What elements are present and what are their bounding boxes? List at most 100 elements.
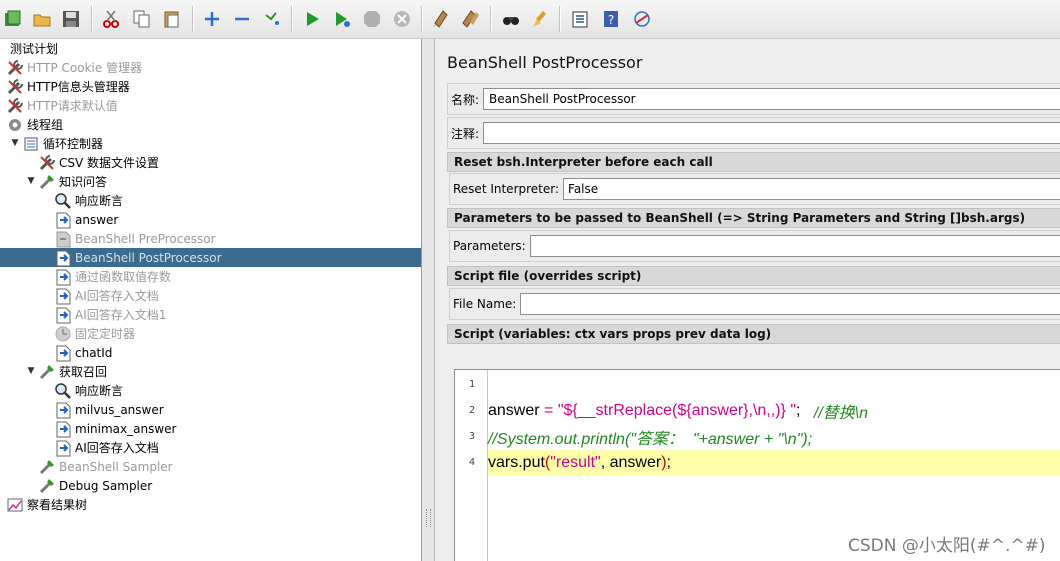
postprocessor-icon <box>54 420 72 438</box>
tree-node[interactable]: 固定定时器 <box>0 324 421 343</box>
templates-icon[interactable] <box>2 8 24 30</box>
copy-icon[interactable] <box>131 8 153 30</box>
tree-node[interactable]: AI回答存入文档 <box>0 438 421 457</box>
tree-node[interactable]: 响应断言 <box>0 381 421 400</box>
clear-all-icon[interactable] <box>460 8 482 30</box>
expand-toggle-icon[interactable]: ▼ <box>10 138 20 148</box>
line-number: 4 <box>468 457 475 468</box>
tree-node[interactable]: AI回答存入文档1 <box>0 305 421 324</box>
magnifier-icon <box>54 382 72 400</box>
tree-node[interactable]: milvus_answer <box>0 400 421 419</box>
open-icon[interactable] <box>31 8 53 30</box>
reset-interpreter-select[interactable]: False <box>563 178 1060 200</box>
code-token: = <box>544 402 558 419</box>
tree-node[interactable]: HTTP信息头管理器 <box>0 77 421 96</box>
script-section-header: Script (variables: ctx vars props prev d… <box>447 324 1060 344</box>
expand-icon[interactable] <box>201 8 223 30</box>
tree-node[interactable]: 响应断言 <box>0 191 421 210</box>
tree-node-label: 响应断言 <box>75 384 124 398</box>
tree-node-label: 线程组 <box>27 118 64 132</box>
panel-title: BeanShell PostProcessor <box>447 53 643 72</box>
code-line[interactable] <box>488 372 1060 398</box>
function-helper-icon[interactable] <box>569 8 591 30</box>
tree-node-label: HTTP请求默认值 <box>27 99 118 113</box>
start-no-pause-icon[interactable] <box>331 8 353 30</box>
paste-icon[interactable] <box>161 8 183 30</box>
name-label: 名称: <box>451 92 480 107</box>
parameters-row: Parameters: <box>449 230 1060 262</box>
name-field[interactable]: BeanShell PostProcessor <box>483 88 1060 110</box>
tree-node-label: HTTP信息头管理器 <box>27 80 130 94</box>
reset-search-icon[interactable] <box>529 8 551 30</box>
tree-node-label: BeanShell PostProcessor <box>75 250 222 265</box>
tree-node[interactable]: 察看结果树 <box>0 495 421 514</box>
tree-node-label: BeanShell PreProcessor <box>75 231 216 246</box>
line-number-gutter: 1 2 3 4 <box>455 370 488 561</box>
tree-node[interactable]: ▼ 知识问答 <box>0 172 421 191</box>
tree-node[interactable]: AI回答存入文档 <box>0 286 421 305</box>
tree-node[interactable]: HTTP Cookie 管理器 <box>0 58 421 77</box>
toggle-icon[interactable] <box>261 8 283 30</box>
code-line[interactable]: answer = "${__strReplace(${answer},\n,,)… <box>488 398 1060 424</box>
listener-icon <box>6 496 24 514</box>
code-line[interactable]: vars.put("result", answer); <box>488 450 1060 476</box>
remote-icon[interactable] <box>631 8 653 30</box>
comment-label: 注释: <box>451 126 480 141</box>
tree-node[interactable]: HTTP请求默认值 <box>0 96 421 115</box>
tree-node[interactable]: 测试计划 <box>0 39 421 58</box>
tree-node[interactable]: BeanShell PreProcessor <box>0 229 421 248</box>
tree-node[interactable]: chatId <box>0 343 421 362</box>
tree-node[interactable]: Debug Sampler <box>0 476 421 495</box>
tree-node-label: milvus_answer <box>75 402 164 417</box>
tree-node[interactable]: 通过函数取值存数 <box>0 267 421 286</box>
postprocessor-icon <box>54 287 72 305</box>
tree-node[interactable]: BeanShell PostProcessor <box>0 248 421 267</box>
code-token: //替换\n <box>813 405 869 422</box>
tree-node-label: AI回答存入文档1 <box>75 308 167 322</box>
tree-node[interactable]: BeanShell Sampler <box>0 457 421 476</box>
cut-icon[interactable] <box>100 8 122 30</box>
collapse-icon[interactable] <box>231 8 253 30</box>
code-token: , answer <box>600 454 662 471</box>
search-icon[interactable] <box>500 8 522 30</box>
comment-row: 注释: <box>447 117 1060 149</box>
expand-toggle-icon[interactable]: ▼ <box>26 176 36 186</box>
test-plan-tree[interactable]: 测试计划 HTTP Cookie 管理器 HTTP信息头管理器 HTTP请求默认值 线程… <box>0 39 422 561</box>
element-config-panel: BeanShell PostProcessor 名称: BeanShell Po… <box>435 39 1060 561</box>
line-number: 2 <box>468 405 475 416</box>
tree-node[interactable]: ▼ 获取召回 <box>0 362 421 381</box>
file-name-row: File Name: <box>449 288 1060 320</box>
expand-toggle-icon[interactable]: ▼ <box>26 366 36 376</box>
clear-icon[interactable] <box>430 8 452 30</box>
svg-text:?: ? <box>608 13 614 27</box>
help-icon[interactable]: ? <box>600 8 622 30</box>
parameters-field[interactable] <box>529 235 1060 257</box>
save-icon[interactable] <box>60 8 82 30</box>
sampler-icon <box>38 458 56 476</box>
tree-node[interactable]: CSV 数据文件设置 <box>0 153 421 172</box>
tree-node-label: 响应断言 <box>75 194 124 208</box>
comment-field[interactable] <box>483 122 1060 144</box>
code-token: vars.put <box>488 454 545 471</box>
wrench-icon <box>6 59 24 77</box>
tree-node[interactable]: answer <box>0 210 421 229</box>
tree-node-label: 知识问答 <box>59 175 108 189</box>
postprocessor-icon <box>54 439 72 457</box>
file-name-field[interactable] <box>520 293 1060 315</box>
tree-node[interactable]: minimax_answer <box>0 419 421 438</box>
wrench-icon <box>6 97 24 115</box>
pane-splitter[interactable] <box>422 39 435 561</box>
file-name-label: File Name: <box>453 297 517 311</box>
toolbar: ? <box>0 0 1060 39</box>
tree-node-label: AI回答存入文档 <box>75 289 159 303</box>
tree-node[interactable]: ▼ 循环控制器 <box>0 134 421 153</box>
code-line[interactable]: //System.out.println("答案： "+answer + "\n… <box>488 424 1060 450</box>
stop-icon[interactable] <box>361 8 383 30</box>
start-icon[interactable] <box>301 8 323 30</box>
shutdown-icon[interactable] <box>391 8 413 30</box>
tree-node[interactable]: 线程组 <box>0 115 421 134</box>
tree-node-label: CSV 数据文件设置 <box>59 156 160 170</box>
parameters-label: Parameters: <box>453 239 526 253</box>
preprocessor-icon <box>54 230 72 248</box>
timer-icon <box>54 325 72 343</box>
